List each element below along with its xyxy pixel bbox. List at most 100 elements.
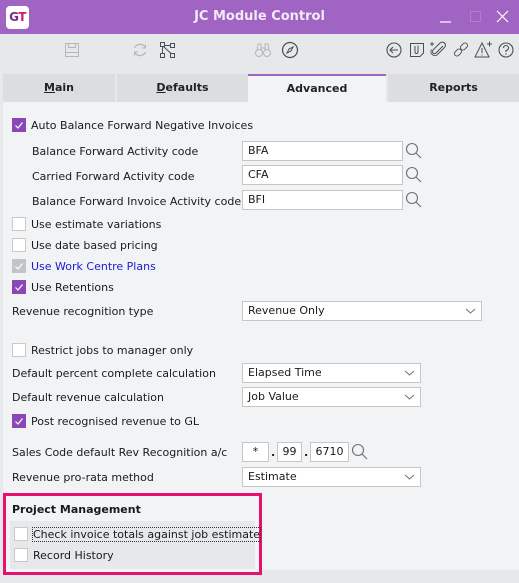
help-icon (498, 42, 514, 58)
chevron-down-icon (404, 394, 415, 400)
sales-code-segment-2[interactable]: 99 (277, 442, 302, 462)
post-revenue-gl-label: Post recognised revenue to GL (31, 414, 200, 428)
auto-balance-checkbox[interactable] (12, 118, 26, 132)
revenue-recognition-type-label: Revenue recognition type (12, 305, 154, 318)
auto-balance-checkbox-row[interactable]: Auto Balance Forward Negative Invoices (12, 115, 253, 135)
add-attachment-button[interactable] (428, 40, 448, 60)
post-revenue-gl-row[interactable]: Post recognised revenue to GL (12, 411, 199, 431)
chevron-down-icon (404, 474, 415, 480)
check-invoice-checkbox[interactable] (14, 527, 28, 541)
back-icon (386, 42, 402, 58)
check-invoice-row[interactable]: Check invoice totals against job estimat… (14, 524, 262, 544)
default-percent-value: Elapsed Time (248, 366, 322, 379)
bfi-activity-label: Balance Forward Invoice Activity code (32, 195, 242, 208)
project-management-title: Project Management (12, 503, 141, 516)
save-button[interactable] (62, 40, 82, 60)
hierarchy-icon (160, 42, 175, 58)
default-revenue-select[interactable]: Job Value (242, 387, 421, 407)
check-invoice-label: Check invoice totals against job estimat… (31, 526, 262, 542)
use-work-centre-label: Use Work Centre Plans (31, 259, 156, 273)
pro-rata-label: Revenue pro-rata method (12, 471, 154, 484)
notes-button[interactable] (407, 40, 427, 60)
use-retentions-row[interactable]: Use Retentions (12, 277, 114, 297)
project-management-group: Project Management Check invoice totals … (3, 493, 262, 575)
check-icon (15, 122, 23, 129)
hierarchy-button[interactable] (157, 40, 177, 60)
sales-code-separator-1: . (271, 446, 276, 459)
sales-code-separator-2: . (304, 446, 309, 459)
default-percent-select[interactable]: Elapsed Time (242, 363, 421, 383)
use-date-pricing-label: Use date based pricing (31, 238, 158, 252)
sales-code-segment-1[interactable]: * (242, 442, 269, 462)
use-date-pricing-checkbox[interactable] (12, 238, 26, 252)
back-button[interactable] (384, 40, 404, 60)
maximize-button[interactable] (467, 8, 485, 26)
compass-icon (281, 41, 299, 59)
restrict-jobs-checkbox[interactable] (12, 343, 26, 357)
record-history-label: Record History (33, 548, 114, 562)
cf-activity-input[interactable]: CFA (242, 165, 403, 185)
record-history-checkbox[interactable] (14, 548, 28, 562)
refresh-button[interactable] (130, 40, 150, 60)
check-icon (15, 284, 23, 291)
notes-icon (410, 43, 424, 57)
add-attachment-icon (430, 41, 446, 57)
title-bar: GT JC Module Control (0, 0, 519, 34)
bfi-activity-input[interactable]: BFI (242, 190, 403, 210)
chevron-down-icon (404, 370, 415, 376)
link-button[interactable] (451, 40, 471, 60)
use-retentions-label: Use Retentions (31, 280, 114, 294)
help-button[interactable] (496, 40, 516, 60)
bf-activity-input[interactable]: BFA (242, 141, 403, 161)
navigate-button[interactable] (280, 40, 300, 60)
cf-activity-label: Carried Forward Activity code (32, 170, 195, 183)
sales-code-search-icon[interactable] (351, 443, 369, 461)
refresh-icon (133, 43, 147, 57)
use-retentions-checkbox[interactable] (12, 280, 26, 294)
find-button[interactable] (253, 40, 273, 60)
tab-defaults[interactable]: Defaults (117, 74, 248, 102)
maximize-icon (470, 11, 481, 22)
sales-code-segment-3[interactable]: 6710 (310, 442, 349, 462)
revenue-recognition-type-select[interactable]: Revenue Only (242, 301, 482, 321)
minimize-icon (440, 21, 451, 23)
tab-bar: Main Defaults Advanced Reports (0, 74, 519, 102)
link-icon (453, 42, 469, 57)
use-estimate-variations-label: Use estimate variations (31, 217, 162, 231)
use-estimate-variations-checkbox[interactable] (12, 217, 26, 231)
use-work-centre-checkbox[interactable] (12, 259, 26, 273)
default-revenue-value: Job Value (248, 390, 299, 403)
auto-balance-label: Auto Balance Forward Negative Invoices (31, 118, 254, 132)
default-percent-label: Default percent complete calculation (12, 367, 216, 380)
add-alert-button[interactable] (473, 40, 493, 60)
record-history-row[interactable]: Record History (14, 545, 114, 565)
project-management-options: Check invoice totals against job estimat… (10, 521, 262, 569)
use-date-pricing-row[interactable]: Use date based pricing (12, 235, 158, 255)
post-revenue-gl-checkbox[interactable] (12, 414, 26, 428)
save-icon (65, 43, 79, 57)
close-button[interactable] (494, 8, 512, 26)
restrict-jobs-row[interactable]: Restrict jobs to manager only (12, 340, 193, 360)
tab-advanced[interactable]: Advanced (248, 74, 386, 102)
pro-rata-value: Estimate (248, 470, 297, 483)
bfi-activity-search-icon[interactable] (405, 191, 423, 209)
add-alert-icon (474, 41, 492, 58)
check-icon (15, 263, 23, 270)
minimize-button[interactable] (437, 8, 455, 26)
bf-activity-label: Balance Forward Activity code (32, 145, 199, 158)
default-revenue-label: Default revenue calculation (12, 391, 164, 404)
binoculars-icon (255, 43, 271, 57)
check-icon (15, 418, 23, 425)
chevron-down-icon (465, 308, 476, 314)
use-work-centre-row[interactable]: Use Work Centre Plans (12, 256, 156, 276)
tab-reports[interactable]: Reports (388, 74, 519, 102)
close-icon (496, 10, 509, 23)
tab-main[interactable]: Main (3, 74, 115, 102)
cf-activity-search-icon[interactable] (405, 166, 423, 184)
bf-activity-search-icon[interactable] (405, 142, 423, 160)
use-estimate-variations-row[interactable]: Use estimate variations (12, 214, 161, 234)
restrict-jobs-label: Restrict jobs to manager only (31, 343, 194, 357)
sales-code-label: Sales Code default Rev Recognition a/c (12, 446, 228, 459)
revenue-recognition-type-value: Revenue Only (248, 304, 325, 317)
pro-rata-select[interactable]: Estimate (242, 467, 421, 487)
